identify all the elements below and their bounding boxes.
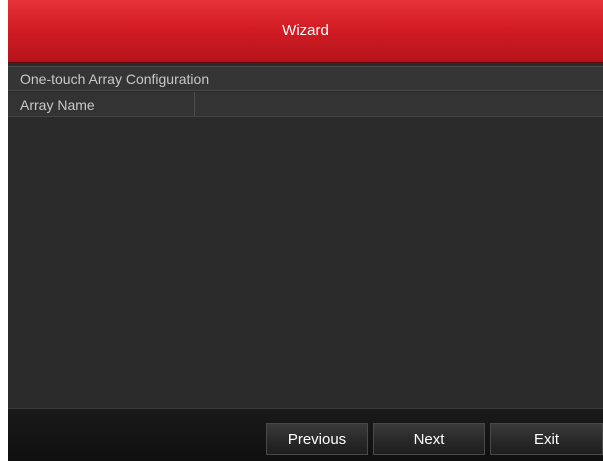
- next-button[interactable]: Next: [373, 423, 485, 455]
- section-header-row: One-touch Array Configuration: [8, 66, 603, 91]
- wizard-titlebar: Wizard: [8, 0, 603, 63]
- wizard-footer: Previous Next Exit: [8, 408, 603, 461]
- array-name-label: Array Name: [20, 97, 95, 113]
- exit-button[interactable]: Exit: [490, 423, 603, 455]
- window-title: Wizard: [282, 22, 329, 39]
- previous-button[interactable]: Previous: [266, 423, 368, 455]
- wizard-content: One-touch Array Configuration Array Name: [8, 63, 603, 408]
- array-name-row: Array Name: [8, 92, 603, 117]
- wizard-window: Wizard One-touch Array Configuration Arr…: [8, 0, 603, 461]
- array-name-field[interactable]: [195, 92, 603, 116]
- section-header-label: One-touch Array Configuration: [20, 71, 210, 87]
